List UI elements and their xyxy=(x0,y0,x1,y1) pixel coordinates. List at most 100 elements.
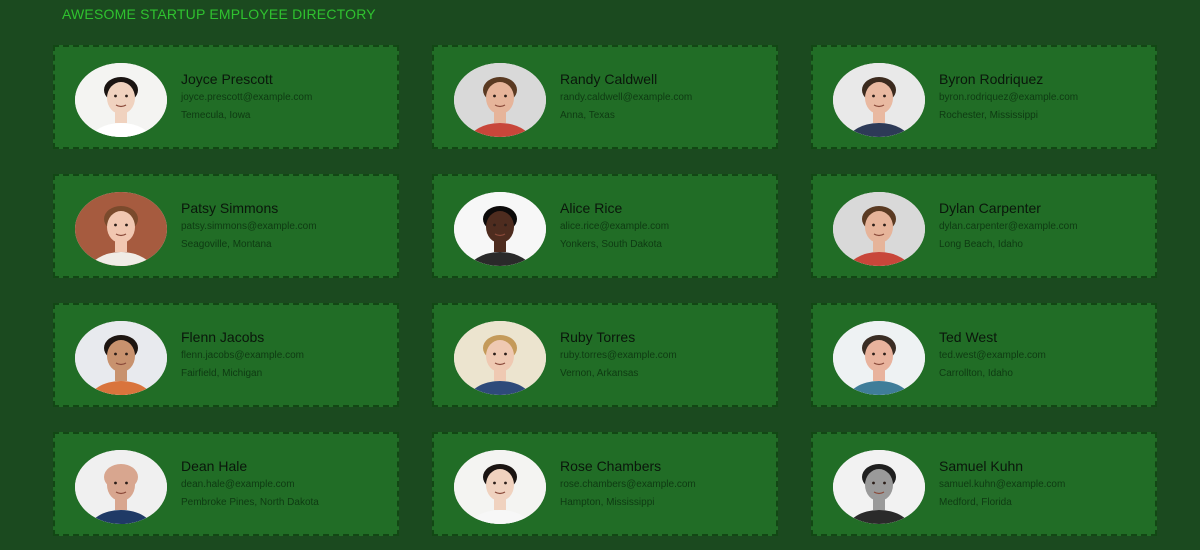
photo-face xyxy=(486,82,514,114)
employee-name: Dylan Carpenter xyxy=(939,200,1041,216)
photo-eye-right xyxy=(125,352,128,356)
employee-name: Joyce Prescott xyxy=(181,71,273,87)
employee-location: Anna, Texas xyxy=(560,110,615,121)
employee-email: rose.chambers@example.com xyxy=(560,479,696,490)
employee-avatar xyxy=(75,63,167,137)
employee-email: patsy.simmons@example.com xyxy=(181,221,317,232)
employee-email: joyce.prescott@example.com xyxy=(181,92,313,103)
photo-eye-right xyxy=(125,94,128,98)
photo-eye-left xyxy=(872,352,875,356)
employee-info: Ted West ted.west@example.com Carrollton… xyxy=(939,329,1149,380)
photo-eye-left xyxy=(114,481,117,485)
photo-eye-left xyxy=(493,223,496,227)
employee-avatar xyxy=(454,450,546,524)
employee-email: ted.west@example.com xyxy=(939,350,1046,361)
employee-info: Dylan Carpenter dylan.carpenter@example.… xyxy=(939,200,1149,251)
employee-info: Randy Caldwell randy.caldwell@example.co… xyxy=(560,71,770,122)
employee-name: Alice Rice xyxy=(560,200,623,216)
portrait-photo xyxy=(454,321,546,395)
photo-eye-right xyxy=(125,481,128,485)
photo-face xyxy=(865,82,893,114)
employee-avatar xyxy=(454,321,546,395)
employee-email: dean.hale@example.com xyxy=(181,479,295,490)
employee-avatar xyxy=(454,63,546,137)
employee-location: Long Beach, Idaho xyxy=(939,239,1023,250)
employee-info: Dean Hale dean.hale@example.com Pembroke… xyxy=(181,458,391,509)
photo-face xyxy=(107,211,135,243)
employee-email: ruby.torres@example.com xyxy=(560,350,677,361)
employee-name: Randy Caldwell xyxy=(560,71,658,87)
photo-eye-right xyxy=(504,481,507,485)
photo-eye-left xyxy=(872,481,875,485)
employee-location: Seagoville, Montana xyxy=(181,239,272,250)
photo-eye-left xyxy=(872,223,875,227)
photo-face xyxy=(865,340,893,372)
employee-name: Patsy Simmons xyxy=(181,200,279,216)
photo-face xyxy=(486,340,514,372)
employee-card[interactable]: Dylan Carpenter dylan.carpenter@example.… xyxy=(811,174,1157,278)
employee-location: Rochester, Mississippi xyxy=(939,110,1038,121)
employee-card[interactable]: Ruby Torres ruby.torres@example.com Vern… xyxy=(432,303,778,407)
portrait-photo xyxy=(833,321,925,395)
employee-card[interactable]: Patsy Simmons patsy.simmons@example.com … xyxy=(53,174,399,278)
employee-location: Fairfield, Michigan xyxy=(181,368,263,379)
employee-email: dylan.carpenter@example.com xyxy=(939,221,1078,232)
employee-avatar xyxy=(75,450,167,524)
employee-grid: Joyce Prescott joyce.prescott@example.co… xyxy=(53,45,1157,536)
employee-name: Ruby Torres xyxy=(560,329,636,345)
photo-face xyxy=(107,340,135,372)
photo-eye-left xyxy=(493,94,496,98)
photo-eye-left xyxy=(872,94,875,98)
employee-card[interactable]: Rose Chambers rose.chambers@example.com … xyxy=(432,432,778,536)
employee-avatar xyxy=(75,321,167,395)
employee-email: randy.caldwell@example.com xyxy=(560,92,693,103)
employee-info: Samuel Kuhn samuel.kuhn@example.com Medf… xyxy=(939,458,1149,509)
employee-card[interactable]: Samuel Kuhn samuel.kuhn@example.com Medf… xyxy=(811,432,1157,536)
portrait-photo xyxy=(454,63,546,137)
photo-eye-right xyxy=(125,223,128,227)
employee-avatar xyxy=(833,63,925,137)
employee-card[interactable]: Joyce Prescott joyce.prescott@example.co… xyxy=(53,45,399,149)
employee-info: Alice Rice alice.rice@example.com Yonker… xyxy=(560,200,770,251)
page-title: AWESOME STARTUP EMPLOYEE DIRECTORY xyxy=(62,6,376,22)
photo-eye-left xyxy=(114,352,117,356)
employee-card[interactable]: Flenn Jacobs flenn.jacobs@example.com Fa… xyxy=(53,303,399,407)
employee-card[interactable]: Dean Hale dean.hale@example.com Pembroke… xyxy=(53,432,399,536)
employee-name: Flenn Jacobs xyxy=(181,329,265,345)
employee-avatar xyxy=(833,321,925,395)
employee-location: Temecula, Iowa xyxy=(181,110,251,121)
employee-info: Byron Rodriquez byron.rodriquez@example.… xyxy=(939,71,1149,122)
employee-info: Ruby Torres ruby.torres@example.com Vern… xyxy=(560,329,770,380)
employee-card[interactable]: Byron Rodriquez byron.rodriquez@example.… xyxy=(811,45,1157,149)
employee-email: alice.rice@example.com xyxy=(560,221,670,232)
photo-face xyxy=(107,82,135,114)
employee-info: Joyce Prescott joyce.prescott@example.co… xyxy=(181,71,391,122)
photo-eye-right xyxy=(504,223,507,227)
employee-card[interactable]: Ted West ted.west@example.com Carrollton… xyxy=(811,303,1157,407)
employee-avatar xyxy=(75,192,167,266)
photo-eye-right xyxy=(504,352,507,356)
employee-location: Carrollton, Idaho xyxy=(939,368,1013,379)
employee-card[interactable]: Randy Caldwell randy.caldwell@example.co… xyxy=(432,45,778,149)
portrait-photo xyxy=(833,192,925,266)
photo-face xyxy=(865,469,893,501)
employee-location: Hampton, Mississippi xyxy=(560,497,655,508)
employee-location: Medford, Florida xyxy=(939,497,1012,508)
employee-email: byron.rodriquez@example.com xyxy=(939,92,1079,103)
photo-face xyxy=(107,469,135,501)
employee-location: Pembroke Pines, North Dakota xyxy=(181,497,319,508)
employee-avatar xyxy=(833,192,925,266)
photo-eye-right xyxy=(883,223,886,227)
employee-info: Flenn Jacobs flenn.jacobs@example.com Fa… xyxy=(181,329,391,380)
employee-card[interactable]: Alice Rice alice.rice@example.com Yonker… xyxy=(432,174,778,278)
employee-name: Dean Hale xyxy=(181,458,248,474)
photo-eye-left xyxy=(493,481,496,485)
photo-face xyxy=(486,469,514,501)
photo-eye-right xyxy=(883,481,886,485)
portrait-photo xyxy=(75,63,167,137)
employee-name: Ted West xyxy=(939,329,998,345)
portrait-photo xyxy=(833,63,925,137)
portrait-photo xyxy=(75,192,167,266)
portrait-photo xyxy=(454,192,546,266)
employee-email: samuel.kuhn@example.com xyxy=(939,479,1066,490)
